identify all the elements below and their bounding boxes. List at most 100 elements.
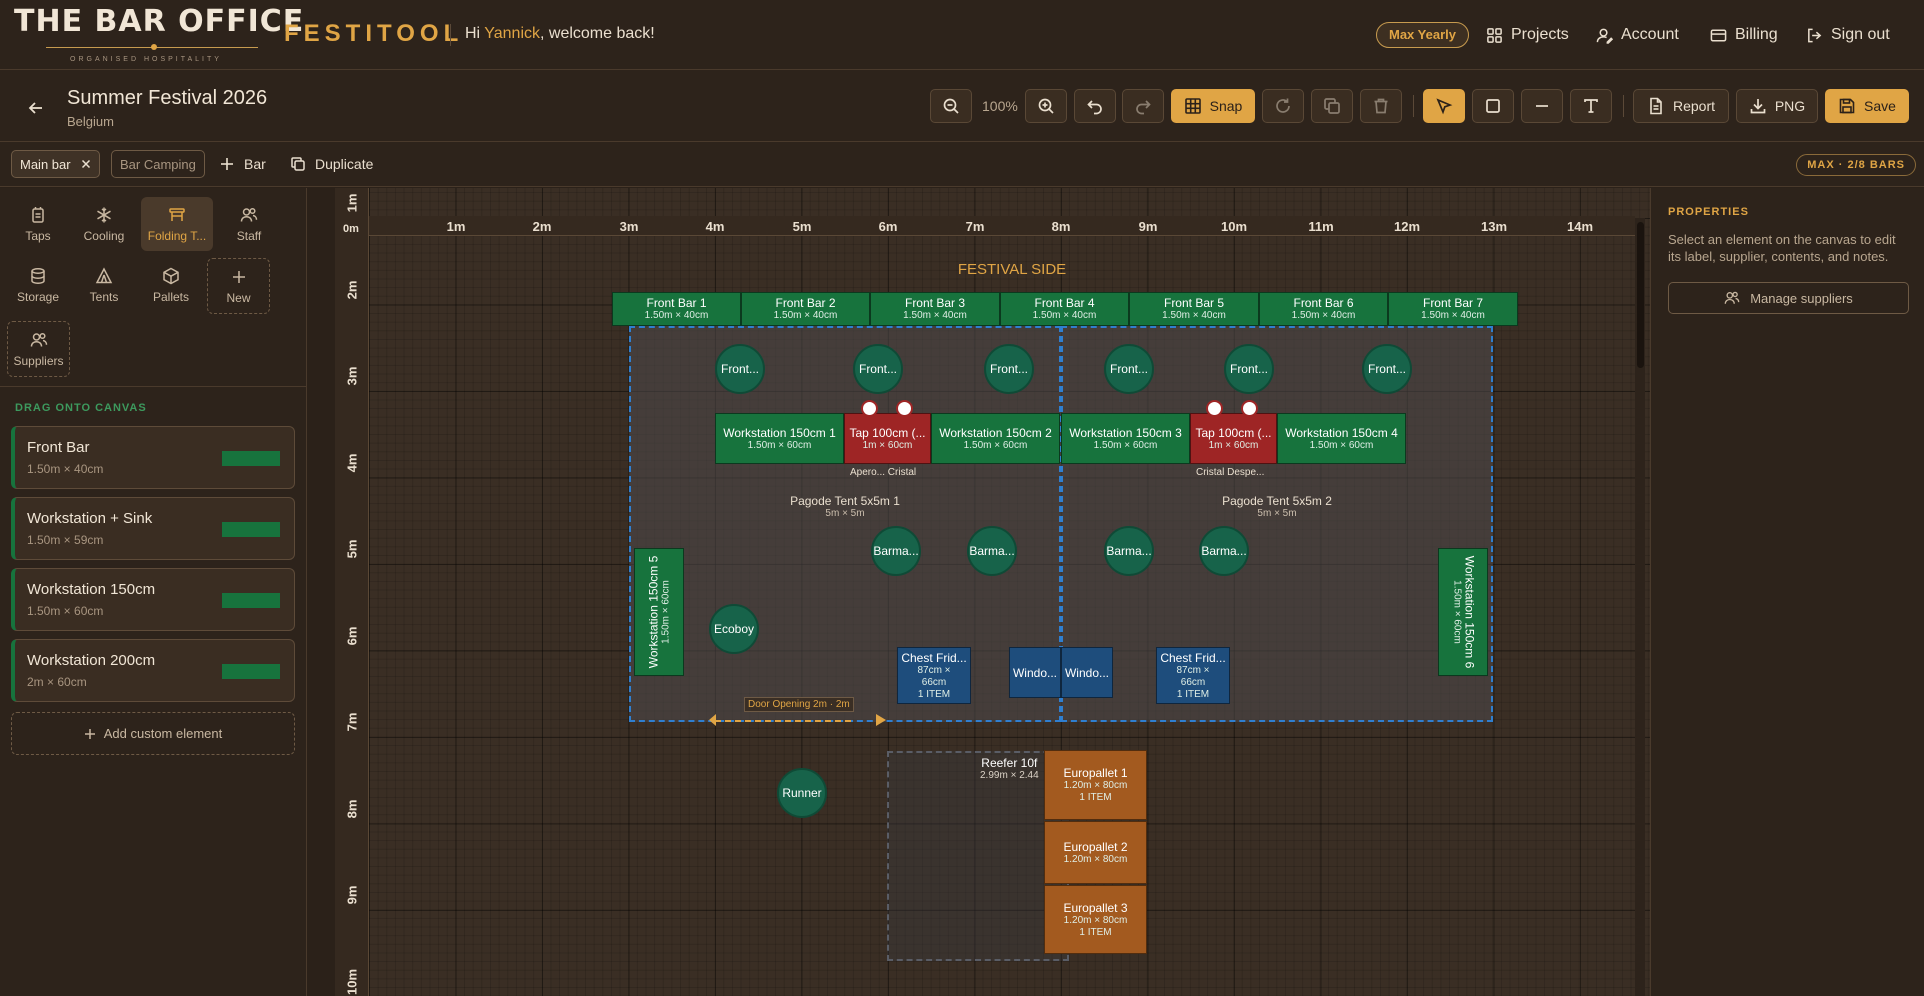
ecoboy-unit[interactable]: Ecoboy [709,604,759,654]
category-pallets[interactable]: Pallets [135,258,207,312]
copy-button[interactable] [1311,89,1353,123]
sign-out-icon [1808,28,1822,42]
category-taps[interactable]: Taps [2,197,74,251]
rotate-button[interactable] [1262,89,1304,123]
window-unit[interactable]: Windo... [1009,647,1061,698]
tab-bar-camping[interactable]: Bar Camping [111,150,205,178]
category-folding-tables[interactable]: Folding T... [141,197,213,251]
pallet-icon [163,267,179,284]
duplicate-bar-button[interactable]: Duplicate [290,156,373,172]
close-icon[interactable] [81,159,91,169]
front-bar[interactable]: Front Bar 2 1.50m × 40cm [741,292,870,326]
staff-front[interactable]: Front... [853,344,903,394]
line-tool-button[interactable] [1521,89,1563,123]
europallet[interactable]: Europallet 3 1.20m × 80cm 1 ITEM [1044,885,1147,954]
report-button[interactable]: Report [1633,89,1729,123]
workstation[interactable]: Workstation 150cm 3 1.50m × 60cm [1061,413,1190,464]
delete-button[interactable] [1360,89,1402,123]
front-bar[interactable]: Front Bar 6 1.50m × 40cm [1259,292,1388,326]
palette-item-workstation-sink[interactable]: Workstation + Sink 1.50m × 59cm [11,497,295,560]
save-button[interactable]: Save [1825,89,1909,123]
category-storage[interactable]: Storage [2,258,74,312]
category-staff[interactable]: Staff [213,197,285,251]
staff-barman[interactable]: Barma... [967,526,1017,576]
redo-button[interactable] [1122,89,1164,123]
text-tool-button[interactable] [1570,89,1612,123]
plan-badge[interactable]: Max Yearly [1376,22,1469,48]
category-label: Cooling [83,228,125,243]
palette-item-swatch [222,593,280,608]
workstation[interactable]: Workstation 150cm 6 1.50m × 60cm [1438,548,1488,676]
workstation[interactable]: Workstation 150cm 5 1.50m × 60cm [634,548,684,676]
staff-front[interactable]: Front... [1362,344,1412,394]
export-png-button[interactable]: PNG [1736,89,1818,123]
tab-main-bar[interactable]: Main bar [11,150,100,178]
palette-item-front-bar[interactable]: Front Bar 1.50m × 40cm [11,426,295,489]
staff-barman[interactable]: Barma... [1104,526,1154,576]
category-cooling[interactable]: Cooling [68,197,140,251]
reefer-container[interactable] [887,751,1069,961]
product-name: FESTITOOL [284,20,464,47]
chest-fridge[interactable]: Chest Frid... 87cm × 66cm 1 ITEM [1156,647,1230,704]
europallet[interactable]: Europallet 1 1.20m × 80cm 1 ITEM [1044,750,1147,820]
front-bar[interactable]: Front Bar 4 1.50m × 40cm [1000,292,1129,326]
chest-fridge[interactable]: Chest Frid... 87cm × 66cm 1 ITEM [897,647,971,704]
front-bar[interactable]: Front Bar 1 1.50m × 40cm [612,292,741,326]
category-label: Suppliers [13,353,64,368]
category-tents[interactable]: Tents [68,258,140,312]
tap-handle[interactable] [896,400,913,417]
europallet[interactable]: Europallet 2 1.20m × 80cm [1044,821,1147,884]
document-icon [1650,97,1662,115]
category-suppliers[interactable]: Suppliers [7,321,70,377]
staff-barman[interactable]: Barma... [871,526,921,576]
palette-item-workstation-150[interactable]: Workstation 150cm 1.50m × 60cm [11,568,295,631]
staff-front[interactable]: Front... [715,344,765,394]
user-icon [1596,28,1613,44]
zoom-out-button[interactable] [930,89,972,123]
front-bar[interactable]: Front Bar 3 1.50m × 40cm [870,292,1000,326]
sign-out-button[interactable]: Sign out [1806,24,1890,46]
staff-front[interactable]: Front... [1104,344,1154,394]
tent-label: Pagode Tent 5x5m 1 5m × 5m [790,494,900,519]
back-button[interactable] [25,97,47,119]
staff-front[interactable]: Front... [1224,344,1274,394]
scrollbar-thumb[interactable] [1637,222,1644,368]
staff-front[interactable]: Front... [984,344,1034,394]
front-bar[interactable]: Front Bar 7 1.50m × 40cm [1388,292,1518,326]
nav-billing[interactable]: Billing [1710,24,1778,46]
workstation[interactable]: Workstation 150cm 1 1.50m × 60cm [715,413,844,464]
manage-suppliers-button[interactable]: Manage suppliers [1668,282,1909,314]
new-category-button[interactable]: New [207,258,270,314]
element-dims: 1.50m × 40cm [1032,310,1097,321]
report-label: Report [1672,98,1716,114]
staff-runner[interactable]: Runner [777,768,827,818]
staff-barman[interactable]: Barma... [1199,526,1249,576]
category-label: New [226,290,251,305]
palette-item-workstation-200[interactable]: Workstation 200cm 2m × 60cm [11,639,295,702]
undo-button[interactable] [1074,89,1116,123]
door-opening-line[interactable] [715,720,851,722]
tap-handle[interactable] [1241,400,1258,417]
window-unit[interactable]: Windo... [1061,647,1113,698]
workstation[interactable]: Workstation 150cm 2 1.50m × 60cm [931,413,1060,464]
add-custom-element-button[interactable]: Add custom element [11,712,295,755]
tap-handle[interactable] [1206,400,1223,417]
nav-account[interactable]: Account [1596,24,1679,46]
logo[interactable]: THE BAR OFFICE ORGANISED HOSPITALITY [14,4,303,63]
rectangle-tool-button[interactable] [1472,89,1514,123]
add-bar-button[interactable]: Bar [219,156,266,172]
tap-unit[interactable]: Tap 100cm (... 1m × 60cm [1190,413,1277,464]
zoom-in-button[interactable] [1025,89,1067,123]
line-icon [1536,105,1548,107]
workstation[interactable]: Workstation 150cm 4 1.50m × 60cm [1277,413,1406,464]
project-title[interactable]: Summer Festival 2026 [67,87,267,110]
front-bar[interactable]: Front Bar 5 1.50m × 40cm [1129,292,1259,326]
tap-handle[interactable] [861,400,878,417]
nav-projects[interactable]: Projects [1486,24,1569,46]
nav-projects-label: Projects [1511,26,1569,43]
select-tool-button[interactable] [1423,89,1465,123]
floorplan-canvas[interactable]: 1m 2m 3m 4m 5m 6m 7m 8m 9m 10m 11m 12m 1… [335,188,1650,996]
tap-unit[interactable]: Tap 100cm (... 1m × 60cm [844,413,931,464]
snap-toggle[interactable]: Snap [1171,89,1255,123]
top-nav: THE BAR OFFICE ORGANISED HOSPITALITY FES… [0,0,1924,70]
